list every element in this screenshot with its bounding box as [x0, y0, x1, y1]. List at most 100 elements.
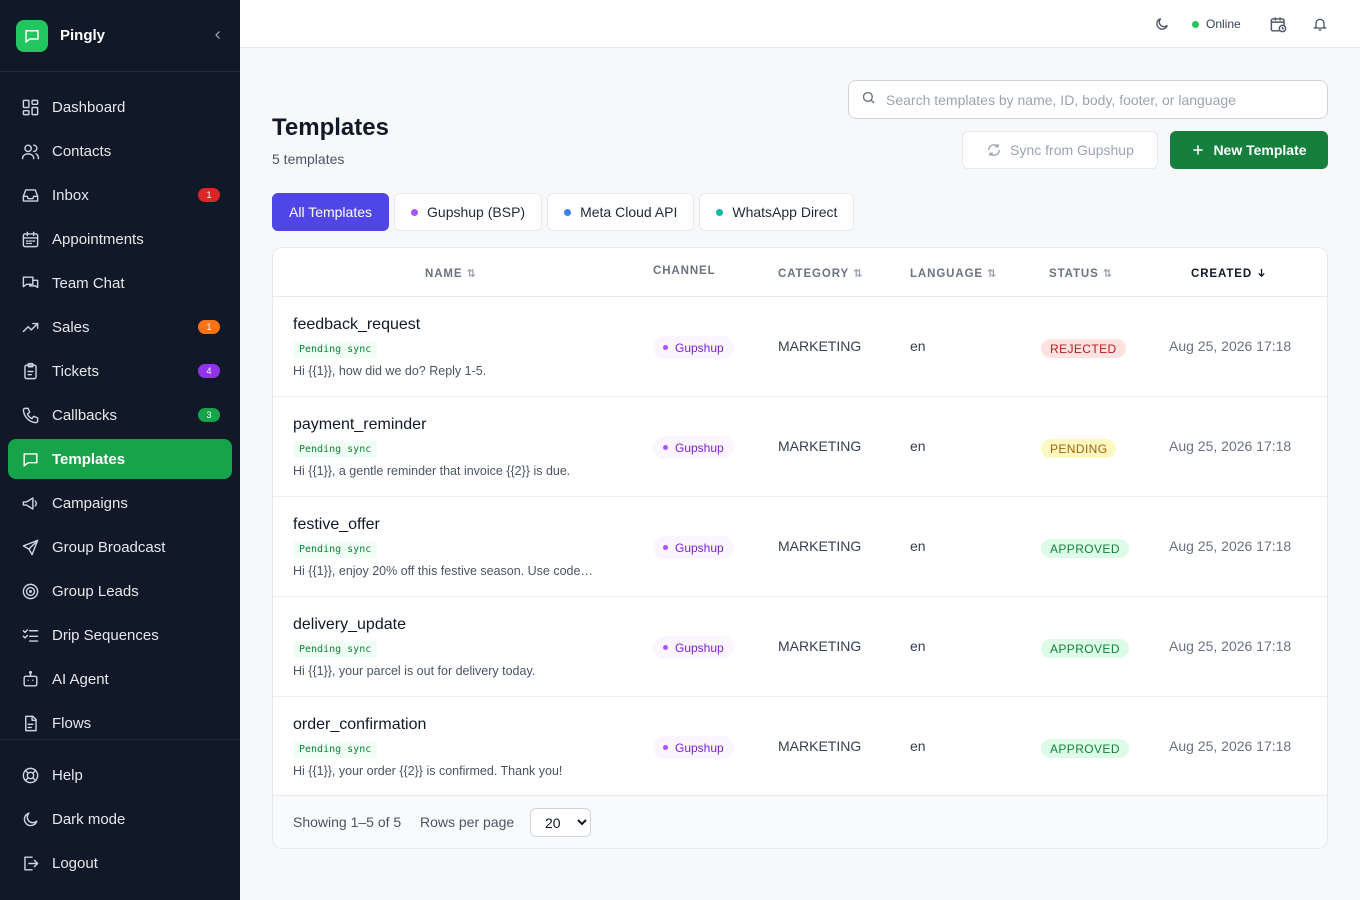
search-input[interactable] — [886, 91, 1306, 108]
sort-icon: ⇅ — [853, 268, 864, 280]
sidebar-item-appointments[interactable]: Appointments — [8, 219, 232, 259]
sidebar-item-sales[interactable]: Sales 1 — [8, 307, 232, 347]
send-icon — [20, 537, 40, 557]
template-name[interactable]: payment_reminder — [293, 416, 426, 434]
sidebar-item-label: AI Agent — [52, 670, 109, 688]
sync-button-label: Sync from Gupshup — [1010, 142, 1134, 158]
channel-dot — [716, 208, 724, 216]
page-title: Templates — [272, 114, 389, 141]
status-badge: PENDING — [1041, 439, 1117, 458]
channel-dot — [663, 645, 668, 650]
column-header-created[interactable]: CREATED — [1191, 267, 1267, 281]
sidebar-item-contacts[interactable]: Contacts — [8, 131, 232, 171]
plus-icon — [1191, 143, 1205, 157]
channel-badge: Gupshup — [653, 436, 734, 459]
table-row[interactable]: delivery_update Pending sync Hi {{1}}, you… — [273, 597, 1327, 697]
table-row[interactable]: payment_reminder Pending sync Hi {{1}}, a … — [273, 397, 1327, 497]
table-body: feedback_request Pending sync Hi {{1}}, ho… — [273, 297, 1327, 796]
bell-icon[interactable] — [1310, 14, 1330, 34]
calendar-clock-icon[interactable] — [1268, 14, 1288, 34]
template-language: en — [910, 738, 926, 754]
brand-logo-icon — [16, 19, 48, 52]
column-header-status[interactable]: STATUS ⇅ — [1049, 267, 1113, 281]
column-header-language[interactable]: LANGUAGE ⇅ — [910, 267, 998, 281]
sort-icon: ⇅ — [987, 268, 998, 280]
template-name[interactable]: feedback_request — [293, 316, 420, 334]
sidebar-item-group-leads[interactable]: Group Leads — [8, 571, 232, 611]
channel-dot — [411, 208, 419, 216]
channel-badge-label: Gupshup — [675, 440, 724, 455]
channel-dot — [663, 445, 668, 450]
rows-per-page-select[interactable]: 20 — [530, 808, 591, 837]
inbox-icon — [20, 185, 40, 205]
table-row[interactable]: order_confirmation Pending sync Hi {{1}}, … — [273, 697, 1327, 796]
template-name[interactable]: order_confirmation — [293, 716, 426, 734]
sidebar-item-flows[interactable]: Flows — [8, 703, 232, 743]
sidebar-item-logout[interactable]: Logout — [8, 843, 232, 883]
count-badge: 3 — [198, 408, 220, 422]
status-badge: REJECTED — [1041, 339, 1126, 358]
trending-up-icon — [20, 317, 40, 337]
status-badge: APPROVED — [1041, 539, 1129, 558]
sidebar-item-label: Drip Sequences — [52, 626, 159, 644]
sort-desc-icon — [1256, 267, 1267, 281]
sidebar-item-label: Appointments — [52, 230, 144, 248]
pagination-summary: Showing 1–5 of 5 — [293, 814, 402, 830]
sidebar-item-templates[interactable]: Templates — [8, 439, 232, 479]
sidebar-item-label: Campaigns — [52, 494, 128, 512]
bot-icon — [20, 669, 40, 689]
sidebar-item-callbacks[interactable]: Callbacks 3 — [8, 395, 232, 435]
sidebar-item-label: Inbox — [52, 186, 89, 204]
filter-chip[interactable]: Gupshup (BSP) — [394, 193, 543, 231]
target-icon — [20, 581, 40, 601]
template-body-preview: Hi {{1}}, a gentle reminder that invoice… — [293, 464, 571, 478]
sidebar-item-help[interactable]: Help — [8, 755, 232, 795]
column-header-language-label: LANGUAGE — [910, 267, 984, 280]
sidebar-nav: Dashboard Contacts Inbox 1 Appointments Team … — [0, 72, 240, 743]
new-template-button[interactable]: New Template — [1170, 131, 1328, 169]
search-box[interactable] — [848, 80, 1328, 119]
list-checks-icon — [20, 625, 40, 645]
rows-per-page-label: Rows per page — [420, 814, 515, 830]
sidebar-item-ai-agent[interactable]: AI Agent — [8, 659, 232, 699]
sidebar-item-label: Help — [52, 766, 83, 784]
sidebar-item-dashboard[interactable]: Dashboard — [8, 87, 232, 127]
column-header-name[interactable]: NAME ⇅ — [425, 267, 477, 281]
template-body-preview: Hi {{1}}, enjoy 20% off this festive sea… — [293, 564, 593, 578]
template-category: MARKETING — [778, 338, 862, 354]
sidebar-item-label: Sales — [52, 318, 90, 336]
filter-chip[interactable]: WhatsApp Direct — [699, 193, 855, 231]
sidebar-item-dark-mode[interactable]: Dark mode — [8, 799, 232, 839]
filter-chip[interactable]: All Templates — [272, 193, 390, 231]
moon-icon[interactable] — [1152, 14, 1172, 34]
sync-from-gupshup-button[interactable]: Sync from Gupshup — [962, 131, 1158, 169]
column-header-category[interactable]: CATEGORY ⇅ — [778, 267, 864, 281]
sidebar-item-group-broadcast[interactable]: Group Broadcast — [8, 527, 232, 567]
template-name[interactable]: festive_offer — [293, 516, 380, 534]
sidebar-item-label: Contacts — [52, 142, 112, 160]
filter-chip[interactable]: Meta Cloud API — [547, 193, 695, 231]
message-square-icon — [20, 449, 40, 469]
count-badge: 1 — [198, 188, 220, 202]
channel-filters: All Templates Gupshup (BSP) Meta Cloud API… — [272, 193, 859, 231]
sidebar-item-tickets[interactable]: Tickets 4 — [8, 351, 232, 391]
created-date: Aug 25, 2026 17:18 — [1169, 438, 1292, 454]
table-header: NAME ⇅ CHANNEL CATEGORY ⇅ LANGUAGE ⇅ STA… — [273, 248, 1327, 297]
sidebar-item-campaigns[interactable]: Campaigns — [8, 483, 232, 523]
logout-icon — [20, 853, 40, 873]
sidebar-item-inbox[interactable]: Inbox 1 — [8, 175, 232, 215]
channel-dot — [564, 208, 572, 216]
templates-table: NAME ⇅ CHANNEL CATEGORY ⇅ LANGUAGE ⇅ STA… — [272, 247, 1328, 849]
chat-icon — [20, 273, 40, 293]
template-body-preview: Hi {{1}}, your order {{2}} is confirmed.… — [293, 764, 563, 778]
table-row[interactable]: feedback_request Pending sync Hi {{1}}, ho… — [273, 297, 1327, 397]
sort-icon: ⇅ — [1102, 268, 1113, 280]
sidebar-item-drip-sequences[interactable]: Drip Sequences — [8, 615, 232, 655]
template-name[interactable]: delivery_update — [293, 616, 406, 634]
collapse-sidebar-icon[interactable] — [212, 28, 224, 44]
filter-chip-label: All Templates — [289, 204, 373, 220]
table-row[interactable]: festive_offer Pending sync Hi {{1}}, enjoy… — [273, 497, 1327, 597]
template-body-preview: Hi {{1}}, your parcel is out for deliver… — [293, 664, 536, 678]
filter-chip-label: Gupshup (BSP) — [427, 204, 526, 220]
sidebar-item-team-chat[interactable]: Team Chat — [8, 263, 232, 303]
